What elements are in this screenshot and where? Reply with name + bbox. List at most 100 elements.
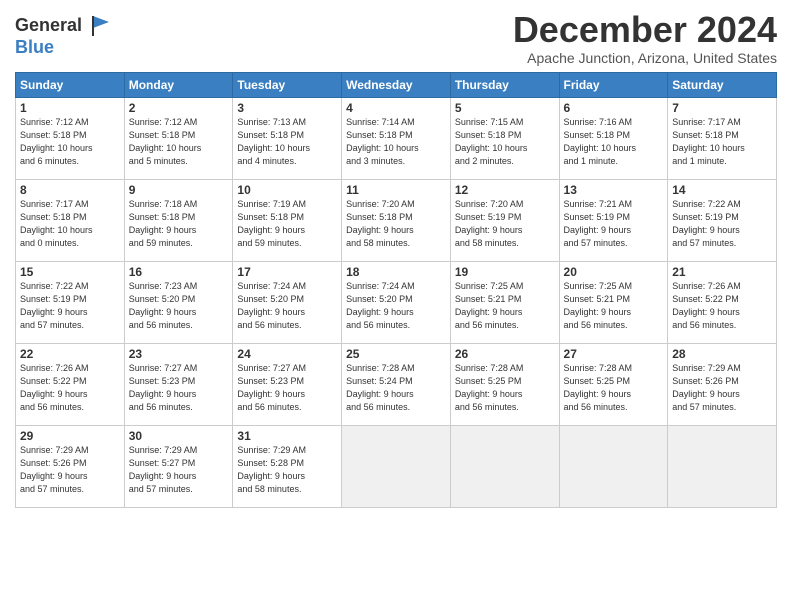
day-number: 16 <box>129 265 229 279</box>
day-number: 17 <box>237 265 337 279</box>
day-info: Sunrise: 7:29 AM Sunset: 5:26 PM Dayligh… <box>672 362 772 414</box>
day-cell: 11Sunrise: 7:20 AM Sunset: 5:18 PM Dayli… <box>342 179 451 261</box>
title-block: December 2024 Apache Junction, Arizona, … <box>513 10 777 66</box>
day-cell: 23Sunrise: 7:27 AM Sunset: 5:23 PM Dayli… <box>124 343 233 425</box>
day-info: Sunrise: 7:27 AM Sunset: 5:23 PM Dayligh… <box>237 362 337 414</box>
day-number: 31 <box>237 429 337 443</box>
day-number: 9 <box>129 183 229 197</box>
day-cell: 30Sunrise: 7:29 AM Sunset: 5:27 PM Dayli… <box>124 425 233 507</box>
day-number: 19 <box>455 265 555 279</box>
logo: General Blue <box>15 14 113 58</box>
day-info: Sunrise: 7:29 AM Sunset: 5:26 PM Dayligh… <box>20 444 120 496</box>
day-number: 8 <box>20 183 120 197</box>
header-wednesday: Wednesday <box>342 72 451 97</box>
day-number: 4 <box>346 101 446 115</box>
day-info: Sunrise: 7:18 AM Sunset: 5:18 PM Dayligh… <box>129 198 229 250</box>
header-tuesday: Tuesday <box>233 72 342 97</box>
logo-flag-icon <box>89 14 113 38</box>
header-friday: Friday <box>559 72 668 97</box>
day-cell: 19Sunrise: 7:25 AM Sunset: 5:21 PM Dayli… <box>450 261 559 343</box>
day-info: Sunrise: 7:25 AM Sunset: 5:21 PM Dayligh… <box>564 280 664 332</box>
day-number: 22 <box>20 347 120 361</box>
calendar-table: SundayMondayTuesdayWednesdayThursdayFrid… <box>15 72 777 508</box>
day-info: Sunrise: 7:23 AM Sunset: 5:20 PM Dayligh… <box>129 280 229 332</box>
day-number: 3 <box>237 101 337 115</box>
day-number: 26 <box>455 347 555 361</box>
day-number: 21 <box>672 265 772 279</box>
day-cell: 13Sunrise: 7:21 AM Sunset: 5:19 PM Dayli… <box>559 179 668 261</box>
day-info: Sunrise: 7:27 AM Sunset: 5:23 PM Dayligh… <box>129 362 229 414</box>
day-number: 24 <box>237 347 337 361</box>
day-cell: 10Sunrise: 7:19 AM Sunset: 5:18 PM Dayli… <box>233 179 342 261</box>
day-number: 30 <box>129 429 229 443</box>
day-cell: 15Sunrise: 7:22 AM Sunset: 5:19 PM Dayli… <box>16 261 125 343</box>
day-cell: 31Sunrise: 7:29 AM Sunset: 5:28 PM Dayli… <box>233 425 342 507</box>
day-number: 2 <box>129 101 229 115</box>
day-cell <box>668 425 777 507</box>
week-row-4: 22Sunrise: 7:26 AM Sunset: 5:22 PM Dayli… <box>16 343 777 425</box>
day-info: Sunrise: 7:20 AM Sunset: 5:18 PM Dayligh… <box>346 198 446 250</box>
day-number: 7 <box>672 101 772 115</box>
day-cell: 7Sunrise: 7:17 AM Sunset: 5:18 PM Daylig… <box>668 97 777 179</box>
day-cell: 29Sunrise: 7:29 AM Sunset: 5:26 PM Dayli… <box>16 425 125 507</box>
week-row-2: 8Sunrise: 7:17 AM Sunset: 5:18 PM Daylig… <box>16 179 777 261</box>
day-info: Sunrise: 7:15 AM Sunset: 5:18 PM Dayligh… <box>455 116 555 168</box>
day-number: 5 <box>455 101 555 115</box>
day-info: Sunrise: 7:16 AM Sunset: 5:18 PM Dayligh… <box>564 116 664 168</box>
day-info: Sunrise: 7:22 AM Sunset: 5:19 PM Dayligh… <box>20 280 120 332</box>
header: General Blue December 2024 Apache Juncti… <box>15 10 777 66</box>
day-cell: 18Sunrise: 7:24 AM Sunset: 5:20 PM Dayli… <box>342 261 451 343</box>
week-row-3: 15Sunrise: 7:22 AM Sunset: 5:19 PM Dayli… <box>16 261 777 343</box>
day-info: Sunrise: 7:25 AM Sunset: 5:21 PM Dayligh… <box>455 280 555 332</box>
day-number: 20 <box>564 265 664 279</box>
month-title: December 2024 <box>513 10 777 50</box>
day-cell: 21Sunrise: 7:26 AM Sunset: 5:22 PM Dayli… <box>668 261 777 343</box>
day-info: Sunrise: 7:28 AM Sunset: 5:25 PM Dayligh… <box>455 362 555 414</box>
header-thursday: Thursday <box>450 72 559 97</box>
day-cell: 16Sunrise: 7:23 AM Sunset: 5:20 PM Dayli… <box>124 261 233 343</box>
day-info: Sunrise: 7:24 AM Sunset: 5:20 PM Dayligh… <box>346 280 446 332</box>
day-cell: 6Sunrise: 7:16 AM Sunset: 5:18 PM Daylig… <box>559 97 668 179</box>
day-info: Sunrise: 7:24 AM Sunset: 5:20 PM Dayligh… <box>237 280 337 332</box>
day-info: Sunrise: 7:28 AM Sunset: 5:24 PM Dayligh… <box>346 362 446 414</box>
day-number: 23 <box>129 347 229 361</box>
day-cell <box>450 425 559 507</box>
day-number: 11 <box>346 183 446 197</box>
day-cell <box>559 425 668 507</box>
day-number: 27 <box>564 347 664 361</box>
logo-blue-text: Blue <box>15 37 54 57</box>
day-info: Sunrise: 7:13 AM Sunset: 5:18 PM Dayligh… <box>237 116 337 168</box>
header-monday: Monday <box>124 72 233 97</box>
day-cell <box>342 425 451 507</box>
day-number: 10 <box>237 183 337 197</box>
day-number: 28 <box>672 347 772 361</box>
day-cell: 26Sunrise: 7:28 AM Sunset: 5:25 PM Dayli… <box>450 343 559 425</box>
day-info: Sunrise: 7:19 AM Sunset: 5:18 PM Dayligh… <box>237 198 337 250</box>
header-sunday: Sunday <box>16 72 125 97</box>
week-row-1: 1Sunrise: 7:12 AM Sunset: 5:18 PM Daylig… <box>16 97 777 179</box>
day-cell: 3Sunrise: 7:13 AM Sunset: 5:18 PM Daylig… <box>233 97 342 179</box>
day-info: Sunrise: 7:17 AM Sunset: 5:18 PM Dayligh… <box>20 198 120 250</box>
location-text: Apache Junction, Arizona, United States <box>513 50 777 66</box>
day-info: Sunrise: 7:29 AM Sunset: 5:27 PM Dayligh… <box>129 444 229 496</box>
calendar-header-row: SundayMondayTuesdayWednesdayThursdayFrid… <box>16 72 777 97</box>
day-info: Sunrise: 7:22 AM Sunset: 5:19 PM Dayligh… <box>672 198 772 250</box>
day-info: Sunrise: 7:20 AM Sunset: 5:19 PM Dayligh… <box>455 198 555 250</box>
day-cell: 5Sunrise: 7:15 AM Sunset: 5:18 PM Daylig… <box>450 97 559 179</box>
day-info: Sunrise: 7:14 AM Sunset: 5:18 PM Dayligh… <box>346 116 446 168</box>
day-cell: 27Sunrise: 7:28 AM Sunset: 5:25 PM Dayli… <box>559 343 668 425</box>
day-info: Sunrise: 7:26 AM Sunset: 5:22 PM Dayligh… <box>672 280 772 332</box>
day-cell: 28Sunrise: 7:29 AM Sunset: 5:26 PM Dayli… <box>668 343 777 425</box>
day-cell: 20Sunrise: 7:25 AM Sunset: 5:21 PM Dayli… <box>559 261 668 343</box>
day-cell: 25Sunrise: 7:28 AM Sunset: 5:24 PM Dayli… <box>342 343 451 425</box>
day-cell: 17Sunrise: 7:24 AM Sunset: 5:20 PM Dayli… <box>233 261 342 343</box>
week-row-5: 29Sunrise: 7:29 AM Sunset: 5:26 PM Dayli… <box>16 425 777 507</box>
day-cell: 1Sunrise: 7:12 AM Sunset: 5:18 PM Daylig… <box>16 97 125 179</box>
day-number: 29 <box>20 429 120 443</box>
day-info: Sunrise: 7:28 AM Sunset: 5:25 PM Dayligh… <box>564 362 664 414</box>
day-info: Sunrise: 7:12 AM Sunset: 5:18 PM Dayligh… <box>129 116 229 168</box>
day-cell: 14Sunrise: 7:22 AM Sunset: 5:19 PM Dayli… <box>668 179 777 261</box>
day-number: 6 <box>564 101 664 115</box>
day-info: Sunrise: 7:21 AM Sunset: 5:19 PM Dayligh… <box>564 198 664 250</box>
day-cell: 4Sunrise: 7:14 AM Sunset: 5:18 PM Daylig… <box>342 97 451 179</box>
